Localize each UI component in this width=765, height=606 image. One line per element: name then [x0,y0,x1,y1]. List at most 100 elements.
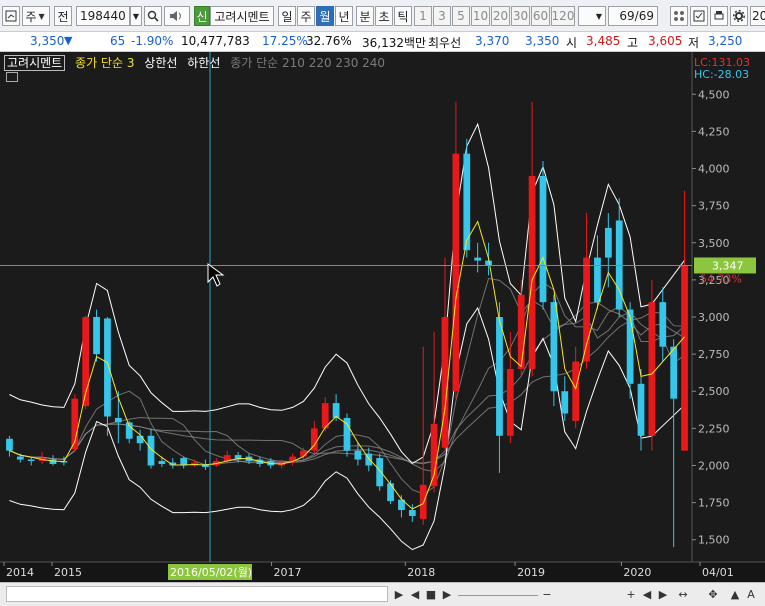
page-count-display: 69/69 [608,6,658,26]
code-dropdown-button[interactable]: ▼ [130,6,142,26]
period-month-button[interactable]: 월 [316,6,334,26]
period-week-button[interactable]: 주 [297,6,315,26]
price-chart[interactable]: 4,500 4,250 4,000 3,750 3,500 3,250 3,000 2,750… [0,52,765,582]
hc-label: HC:-28.03 [694,68,749,81]
candle-body [16,456,24,460]
candle-body [408,510,416,516]
candle-body [594,257,601,303]
interval-20-button[interactable]: 20 [491,6,510,26]
sound-icon[interactable] [164,6,190,26]
market-select[interactable]: 주 ▼ [22,6,50,26]
crosshair-pct-label: 54.73% [700,272,742,285]
candle-body [93,317,100,355]
chevron-down-icon: ▼ [38,11,45,21]
interval-1-button[interactable]: 1 [414,6,432,26]
x-tick-label: 2015 [54,566,82,579]
interval-60-button[interactable]: 60 [531,6,550,26]
candle-body [528,175,536,369]
crosshair-date-label: 2016/05/02(월) [170,566,252,579]
interval-10-button[interactable]: 10 [471,6,490,26]
stop-icon[interactable]: ■ [424,586,438,602]
interval-3-button[interactable]: 3 [433,6,451,26]
candle-body [27,459,35,462]
fit-icon[interactable]: ↔ [676,586,690,602]
extra-field[interactable]: 20 [750,6,765,26]
interval-tick-button[interactable]: 틱 [394,6,412,26]
rewind-icon[interactable]: ◀ [408,586,422,602]
interval-5-button[interactable]: 5 [452,6,470,26]
period-type-button[interactable]: 전 [54,6,72,26]
settings-icon[interactable] [730,6,748,26]
print-icon[interactable] [710,6,728,26]
chevron-down-icon: ▼ [595,11,603,21]
candle-body [604,227,612,258]
candle-body [550,302,558,392]
change-arrow-icon: ▼ [64,34,73,47]
low-price: 3,250 [708,34,743,48]
chart-type-icon[interactable] [2,6,20,26]
search-icon[interactable] [144,6,162,26]
price-change: 65 [110,34,126,48]
candle-body [452,153,460,392]
candle-body [659,302,667,347]
x-tick-label: 2017 [274,566,302,579]
interval-30-button[interactable]: 30 [511,6,530,26]
candle-body [136,435,144,444]
period-day-button[interactable]: 일 [278,6,296,26]
crosshair-price-label: 3,347 [712,259,744,272]
interval-input[interactable]: ▼ [578,6,606,26]
x-tick-label: 04/01 [702,566,734,579]
chart-canvas[interactable]: 4,5004,2504,0003,7503,5003,2503,0002,750… [0,52,765,582]
legend-upper-band: 상한선 [144,56,178,70]
quote-bar: 3,350 ▼ 65 -1.90% 10,477,783 17.25% 32.7… [0,32,765,52]
candle-body [376,458,384,487]
candle-body [114,417,122,423]
cursor-icon[interactable]: ✥ [706,586,720,602]
new-button[interactable]: 신 [194,6,210,26]
link-icon[interactable] [670,6,688,26]
candle-body [158,461,166,464]
stock-code-input[interactable]: 198440 [76,6,130,26]
interval-minute-button[interactable]: 분 [356,6,374,26]
candle-body [539,175,547,303]
x-tick-label: 2019 [517,566,545,579]
candle-body [6,438,13,451]
scroll-left-icon[interactable]: ◀ [640,586,654,602]
y-tick-label: 3,500 [698,237,730,250]
save-icon[interactable] [690,6,708,26]
interval-120-button[interactable]: 120 [551,6,575,26]
candle-body [496,317,503,436]
market-select-label: 주 [25,9,37,24]
scroll-right-icon[interactable]: ▶ [656,586,670,602]
zoom-slider[interactable] [458,595,538,596]
zoom-out-icon[interactable]: − [540,586,554,602]
candle-body [670,346,678,399]
period-year-button[interactable]: 년 [335,6,353,26]
candle-body [419,484,427,519]
candle-body [387,483,394,502]
scroll-track[interactable] [6,586,388,602]
chart-scrollbar: ▶ ◀ ■ ▶ − + ◀ ▶ ↔ ✥ ▲ A [0,582,765,606]
grid-toggle-icon[interactable] [6,72,18,82]
candle-body [637,383,645,436]
stock-name-label: 고려시멘트 [210,6,274,26]
current-price: 3,350 [30,34,65,48]
chevron-down-icon: ▼ [132,11,140,21]
candle-body [354,450,362,460]
open-price: 3,485 [586,34,621,48]
forward-icon[interactable]: ▶ [440,586,454,602]
y-tick-label: 4,500 [698,88,730,101]
candle-body [104,318,111,417]
play-icon[interactable]: ▶ [392,586,406,602]
zoom-in-icon[interactable]: + [624,586,638,602]
up-icon[interactable]: ▲ [728,586,742,602]
volume-ratio: 32.76% [306,34,352,48]
volume: 10,477,783 [181,34,250,48]
interval-second-button[interactable]: 초 [375,6,393,26]
y-tick-label: 1,500 [698,534,730,547]
y-tick-label: 4,250 [698,125,730,138]
best-bid: 3,350 [525,34,560,48]
best-ask-label: 최우선 [428,36,462,50]
text-tool-icon[interactable]: A [744,586,758,602]
open-label: 시 [566,36,578,50]
